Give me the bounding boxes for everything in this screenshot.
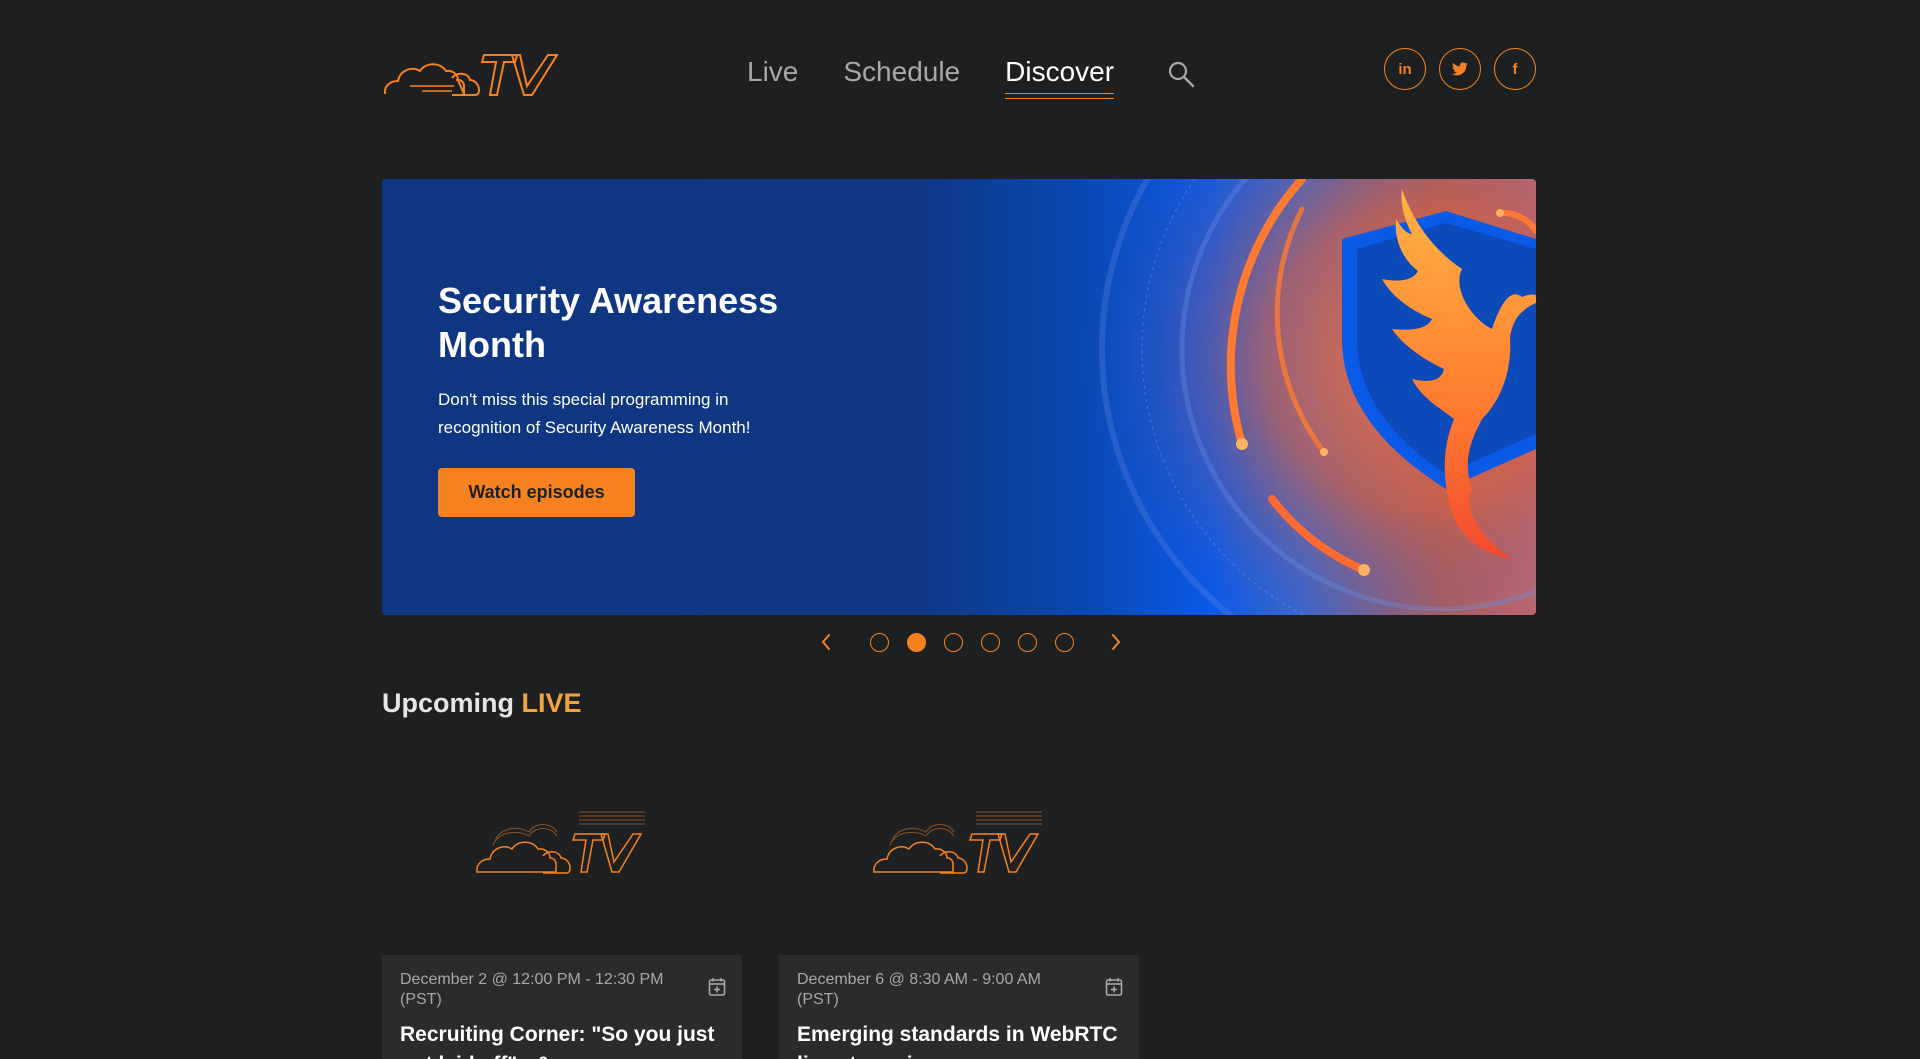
card-date: December 2 @ 12:00 PM - 12:30 PM (PST) — [400, 971, 664, 1008]
twitter-icon[interactable] — [1439, 48, 1481, 90]
add-to-calendar-icon[interactable] — [708, 977, 726, 997]
carousel-dot-4[interactable] — [981, 632, 1000, 652]
hero-description: Don't miss this special programming in r… — [438, 390, 751, 437]
site-header: Live Schedule Discover in f — [382, 44, 1536, 104]
carousel-dots — [870, 632, 1074, 652]
cloudflare-tv-logo — [476, 811, 645, 874]
upcoming-live-heading: Upcoming LIVE — [382, 688, 582, 719]
card-body: December 6 @ 8:30 AM - 9:00 AM (PST) Eme… — [779, 955, 1139, 1059]
card-thumbnail — [382, 752, 742, 955]
episode-card[interactable]: December 6 @ 8:30 AM - 9:00 AM (PST) Eme… — [779, 752, 1139, 1059]
carousel-dot-3[interactable] — [944, 632, 963, 652]
cloudflare-tv-logo[interactable] — [382, 50, 562, 100]
card-title: Emerging standards in WebRTC live stream… — [797, 1023, 1118, 1059]
carousel-next-button[interactable] — [1102, 628, 1130, 656]
carousel-dot-6[interactable] — [1055, 632, 1074, 652]
carousel-dot-1[interactable] — [870, 632, 889, 652]
nav-live[interactable]: Live — [747, 54, 798, 90]
chevron-right-icon — [1112, 634, 1121, 650]
carousel-prev-button[interactable] — [812, 628, 840, 656]
facebook-glyph: f — [1512, 60, 1518, 78]
social-links: in f — [1384, 48, 1536, 90]
card-title: Recruiting Corner: "So you just got laid… — [400, 1023, 715, 1059]
search-icon[interactable] — [1167, 60, 1197, 90]
watch-episodes-button[interactable]: Watch episodes — [438, 468, 635, 517]
carousel-controls — [812, 628, 1130, 656]
linkedin-glyph: in — [1398, 60, 1412, 78]
episode-card[interactable]: December 2 @ 12:00 PM - 12:30 PM (PST) R… — [382, 752, 742, 1059]
chevron-left-icon — [821, 634, 830, 650]
facebook-icon[interactable]: f — [1494, 48, 1536, 90]
cloudflare-tv-logo — [873, 811, 1042, 874]
nav-discover[interactable]: Discover — [1005, 54, 1114, 99]
linkedin-icon[interactable]: in — [1384, 48, 1426, 90]
section-title-text: Upcoming — [382, 688, 514, 718]
card-body: December 2 @ 12:00 PM - 12:30 PM (PST) R… — [382, 955, 742, 1059]
twitter-bird-icon — [1452, 62, 1468, 76]
hero-banner: Security Awareness Month Don't miss this… — [382, 179, 1536, 615]
add-to-calendar-icon[interactable] — [1105, 977, 1123, 997]
main-nav: Live Schedule Discover — [747, 54, 1159, 99]
carousel-dot-2[interactable] — [907, 632, 926, 652]
nav-schedule[interactable]: Schedule — [843, 54, 960, 90]
section-title-accent: LIVE — [521, 688, 582, 718]
carousel-dot-5[interactable] — [1018, 632, 1037, 652]
card-date: December 6 @ 8:30 AM - 9:00 AM (PST) — [797, 971, 1041, 1008]
card-thumbnail — [779, 752, 1139, 955]
hero-title: Security Awareness Month — [438, 280, 779, 365]
